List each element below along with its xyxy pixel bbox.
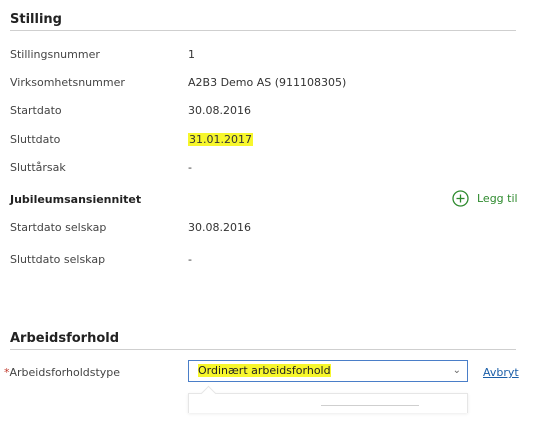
label-sluttarsak: Sluttårsak [10,161,66,174]
label-arbeidsforholdstype: *Arbeidsforholdstype [4,366,120,379]
label-startdato-selskap: Startdato selskap [10,221,107,234]
section-divider [10,349,516,350]
add-jubileum-label: Legg til [477,192,518,205]
highlighted-sluttdato: 31.01.2017 [188,133,253,146]
value-startdato: 30.08.2016 [188,104,251,117]
label-arbeidsforholdstype-text: Arbeidsforholdstype [9,366,121,379]
value-startdato-selskap: 30.08.2016 [188,221,251,234]
label-stillingsnummer: Stillingsnummer [10,48,100,61]
value-stillingsnummer: 1 [188,48,195,61]
section-title-arbeidsforhold: Arbeidsforhold [10,331,120,346]
label-sluttdato-selskap: Sluttdato selskap [10,253,106,266]
highlighted-selected-value: Ordinært arbeidsforhold [198,364,331,377]
dropdown-divider [321,405,419,406]
dropdown-panel [188,385,468,413]
label-virksomhetsnummer: Virksomhetsnummer [10,76,125,89]
cancel-link[interactable]: Avbryt [483,366,519,379]
value-sluttarsak: - [188,161,192,174]
section-title-stilling: Stilling [10,12,62,27]
label-startdato: Startdato [10,104,62,117]
chevron-down-icon: ⌄ [452,365,461,376]
value-virksomhetsnummer: A2B3 Demo AS (911108305) [188,76,347,89]
subsection-title-jubileum: Jubileumsansiennitet [10,193,142,206]
value-sluttdato-selskap: - [188,253,192,266]
dropdown-caret [200,385,217,402]
arbeidsforholdstype-select[interactable]: Ordinært arbeidsforhold ⌄ [188,360,468,382]
plus-circle-icon [452,190,469,207]
value-sluttdato: 31.01.2017 [188,133,253,146]
label-sluttdato: Sluttdato [10,133,61,146]
section-divider [10,30,516,31]
arbeidsforholdstype-selected: Ordinært arbeidsforhold [198,364,331,377]
add-jubileum-button[interactable]: Legg til [452,190,518,207]
